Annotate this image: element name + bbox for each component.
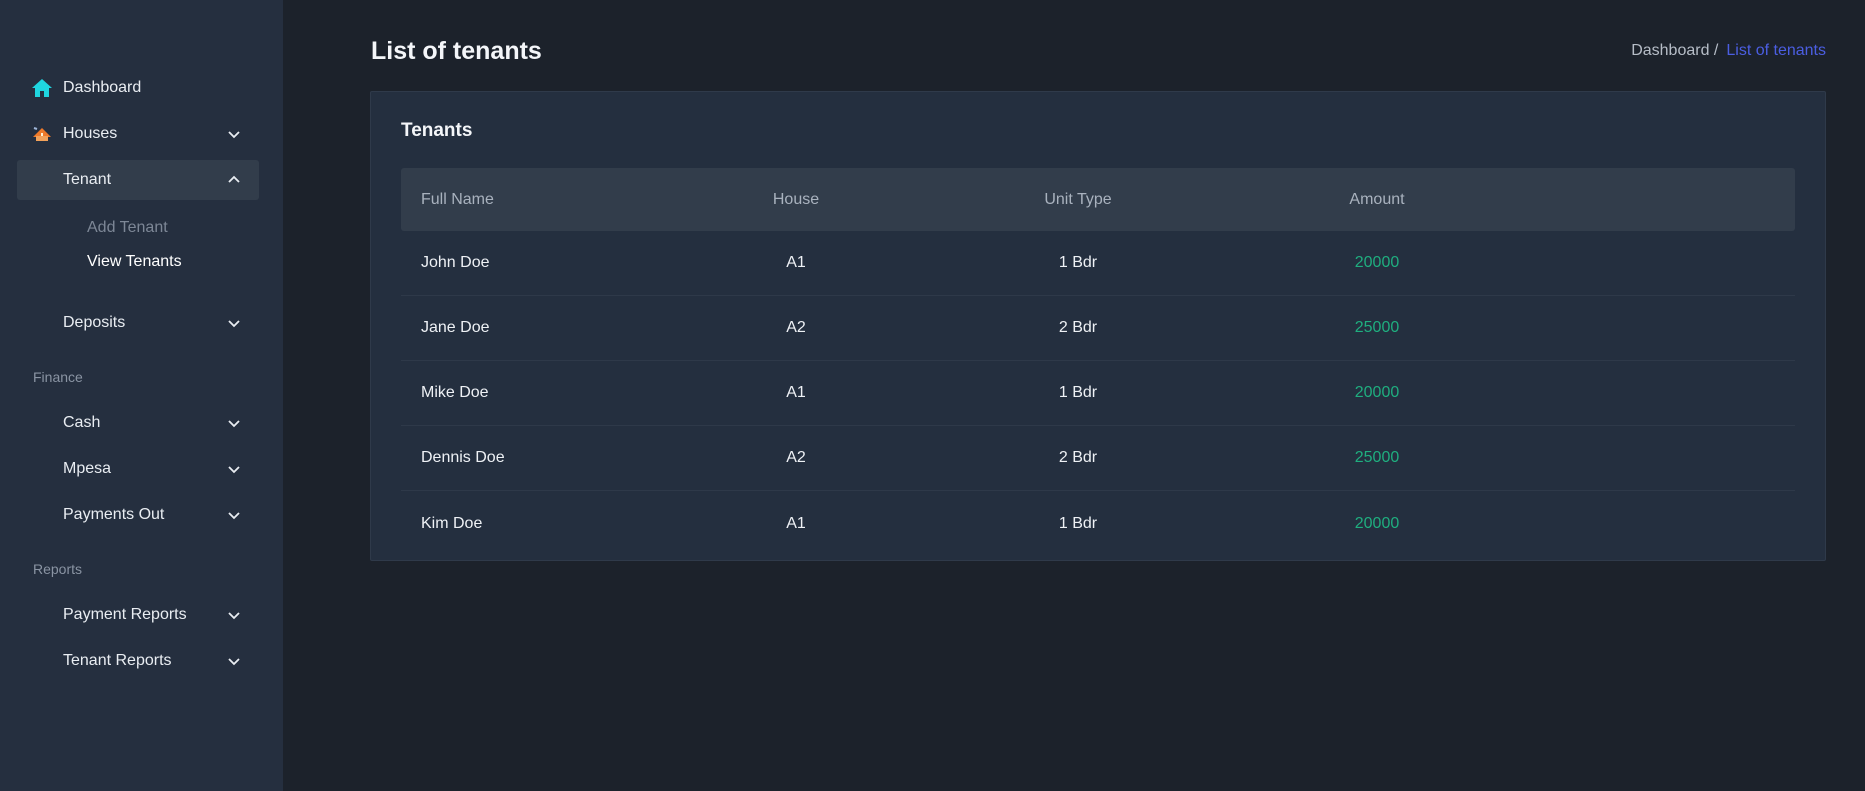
house-icon — [31, 124, 53, 144]
chevron-down-icon — [228, 420, 240, 428]
cell-amount: 20000 — [1354, 384, 1400, 401]
table-row[interactable]: Kim Doe A1 1 Bdr 20000 — [401, 491, 1795, 556]
sidebar-item-label: Tenant Reports — [63, 652, 172, 669]
sidebar-item-dashboard[interactable]: Dashboard — [17, 68, 259, 108]
section-label-reports: Reports — [33, 561, 83, 577]
column-header-unit-type[interactable]: Unit Type — [1044, 191, 1111, 209]
sidebar-subitem-add-tenant[interactable]: Add Tenant — [87, 219, 168, 237]
breadcrumb-dashboard[interactable]: Dashboard / — [1631, 42, 1718, 60]
sidebar-item-deposits[interactable]: Deposits — [17, 303, 259, 343]
sidebar-item-payments-out[interactable]: Payments Out — [17, 495, 259, 535]
page-title: List of tenants — [371, 37, 542, 65]
cell-unit-type: 2 Bdr — [1058, 449, 1098, 466]
table-row[interactable]: Jane Doe A2 2 Bdr 25000 — [401, 296, 1795, 361]
table-row[interactable]: Dennis Doe A2 2 Bdr 25000 — [401, 426, 1795, 491]
sidebar-item-houses[interactable]: Houses — [17, 114, 259, 154]
cell-house: A1 — [786, 514, 806, 532]
breadcrumb-current: List of tenants — [1726, 42, 1826, 59]
section-label-finance: Finance — [33, 369, 83, 385]
cell-unit-type: 1 Bdr — [1058, 384, 1098, 401]
cell-amount: 20000 — [1354, 254, 1400, 271]
sidebar-item-tenant[interactable]: Tenant — [17, 160, 259, 200]
sidebar-item-label: Mpesa — [63, 460, 112, 477]
column-header-house[interactable]: House — [773, 191, 819, 209]
cell-full-name: John Doe — [421, 254, 490, 271]
chevron-down-icon — [228, 466, 240, 474]
sidebar-item-label: Cash — [63, 414, 101, 431]
cell-full-name: Dennis Doe — [421, 449, 505, 466]
chevron-down-icon — [228, 658, 240, 666]
card-title: Tenants — [401, 120, 473, 141]
chevron-down-icon — [228, 612, 240, 620]
sidebar-item-label: Houses — [63, 125, 118, 142]
column-header-amount[interactable]: Amount — [1349, 191, 1404, 209]
cell-full-name: Mike Doe — [421, 384, 489, 401]
sidebar-item-label: Payments Out — [63, 506, 165, 523]
breadcrumb: Dashboard / List of tenants — [1631, 42, 1826, 60]
sidebar-item-mpesa[interactable]: Mpesa — [17, 449, 259, 489]
chevron-down-icon — [228, 320, 240, 328]
sidebar-item-label: Tenant — [63, 171, 112, 188]
table-row[interactable]: Mike Doe A1 1 Bdr 20000 — [401, 361, 1795, 426]
sidebar-item-cash[interactable]: Cash — [17, 403, 259, 443]
cell-unit-type: 1 Bdr — [1058, 514, 1098, 532]
chevron-up-icon — [228, 175, 240, 183]
sidebar-item-tenant-reports[interactable]: Tenant Reports — [17, 641, 259, 681]
cell-full-name: Kim Doe — [421, 514, 483, 532]
chevron-down-icon — [228, 131, 240, 139]
tenants-card: Tenants Full Name House Unit Type Amount… — [370, 91, 1826, 561]
cell-amount: 25000 — [1354, 319, 1400, 336]
tenants-table: Full Name House Unit Type Amount John Do… — [401, 168, 1795, 556]
cell-amount: 20000 — [1354, 514, 1400, 532]
sidebar-item-label: Payment Reports — [63, 606, 187, 623]
cell-house: A2 — [786, 449, 806, 466]
chevron-down-icon — [228, 512, 240, 520]
sidebar-subitem-view-tenants[interactable]: View Tenants — [87, 253, 182, 271]
sidebar: Dashboard Houses Tenant Add Tenant View … — [0, 0, 283, 791]
sidebar-item-payment-reports[interactable]: Payment Reports — [17, 595, 259, 635]
cell-unit-type: 2 Bdr — [1058, 319, 1098, 336]
cell-house: A1 — [786, 384, 806, 401]
cell-unit-type: 1 Bdr — [1058, 254, 1098, 271]
table-row[interactable]: John Doe A1 1 Bdr 20000 — [401, 231, 1795, 296]
sidebar-item-label: Dashboard — [63, 79, 142, 96]
sidebar-item-label: Deposits — [63, 314, 126, 331]
cell-full-name: Jane Doe — [421, 319, 490, 336]
table-header: Full Name House Unit Type Amount — [401, 168, 1795, 231]
cell-house: A1 — [786, 254, 806, 271]
column-header-full-name[interactable]: Full Name — [421, 191, 494, 209]
cell-amount: 25000 — [1354, 449, 1400, 466]
home-icon — [31, 78, 53, 98]
cell-house: A2 — [786, 319, 806, 336]
table-body: John Doe A1 1 Bdr 20000 Jane Doe A2 2 Bd… — [401, 231, 1795, 556]
